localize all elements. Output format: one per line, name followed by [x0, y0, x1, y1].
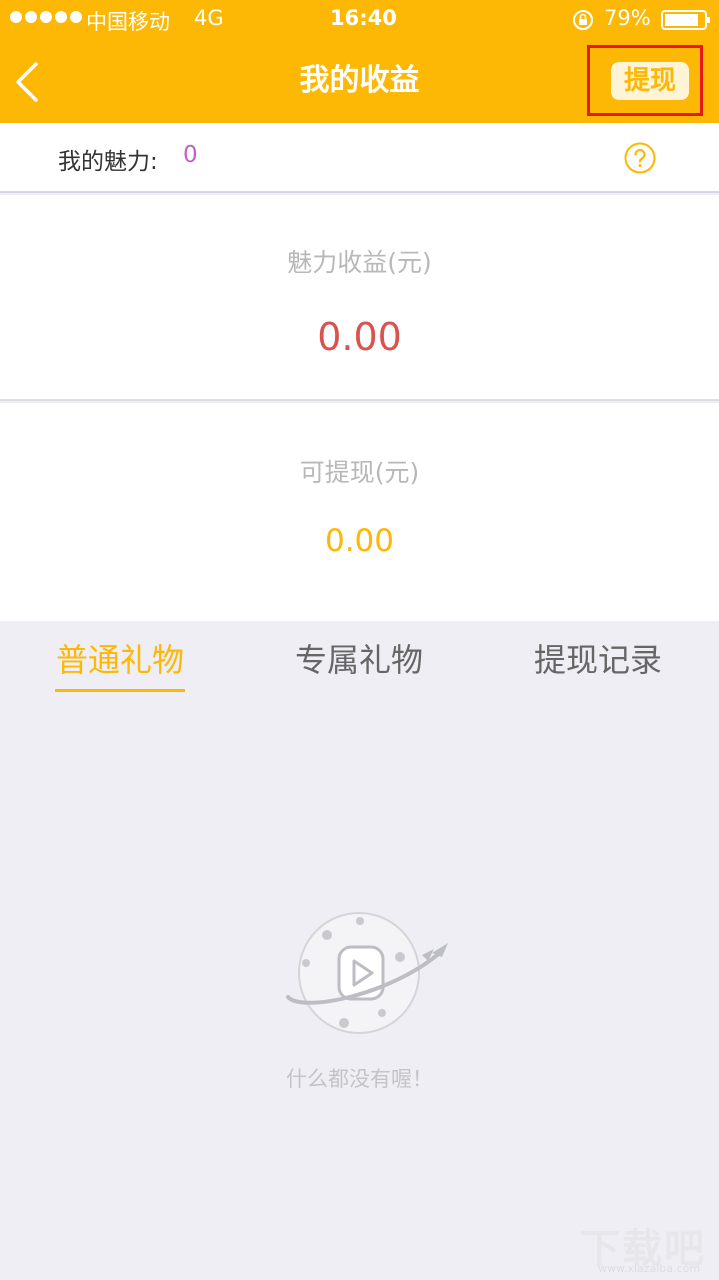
charm-earnings-label: 魅力收益(元) — [287, 248, 432, 277]
withdraw-button[interactable]: 提现 — [611, 62, 689, 100]
tab-withdraw-records[interactable]: 提现记录 — [498, 635, 698, 681]
charm-label: 我的魅力: — [58, 149, 158, 175]
active-tab-indicator — [55, 689, 185, 692]
battery-percentage: 79% — [604, 6, 651, 30]
charm-row: 我的魅力: 0 — [0, 123, 719, 193]
withdrawable-label: 可提现(元) — [299, 458, 420, 487]
network-type: 4G — [194, 6, 224, 30]
tab-normal-gifts[interactable]: 普通礼物 — [20, 635, 220, 681]
charm-earnings-panel: 魅力收益(元) 0.00 — [0, 195, 719, 401]
withdrawable-value: 0.00 — [324, 523, 395, 559]
signal-strength-icon — [10, 11, 82, 23]
status-bar: 中国移动 4G 16:40 79% — [0, 0, 719, 40]
withdrawable-panel: 可提现(元) 0.00 — [0, 403, 719, 621]
question-circle-icon[interactable] — [624, 142, 656, 174]
status-time: 16:40 — [330, 6, 397, 30]
battery-icon — [661, 10, 710, 30]
tab-bar: 普通礼物 专属礼物 提现记录 — [0, 621, 719, 701]
tab-exclusive-gifts[interactable]: 专属礼物 — [259, 635, 459, 681]
carrier-name: 中国移动 — [86, 10, 170, 34]
watermark-url: www.xiazaiba.com — [598, 1262, 701, 1275]
planet-play-icon — [286, 912, 448, 1034]
charm-value: 0 — [183, 142, 198, 168]
rotation-lock-icon — [573, 10, 593, 30]
app-header: 中国移动 4G 16:40 79% 我的收益 提现 — [0, 0, 719, 123]
charm-earnings-value: 0.00 — [317, 315, 402, 359]
empty-state-text: 什么都没有喔！ — [286, 1067, 433, 1091]
watermark: 下载吧 www.xiazaiba.com — [580, 1216, 710, 1276]
